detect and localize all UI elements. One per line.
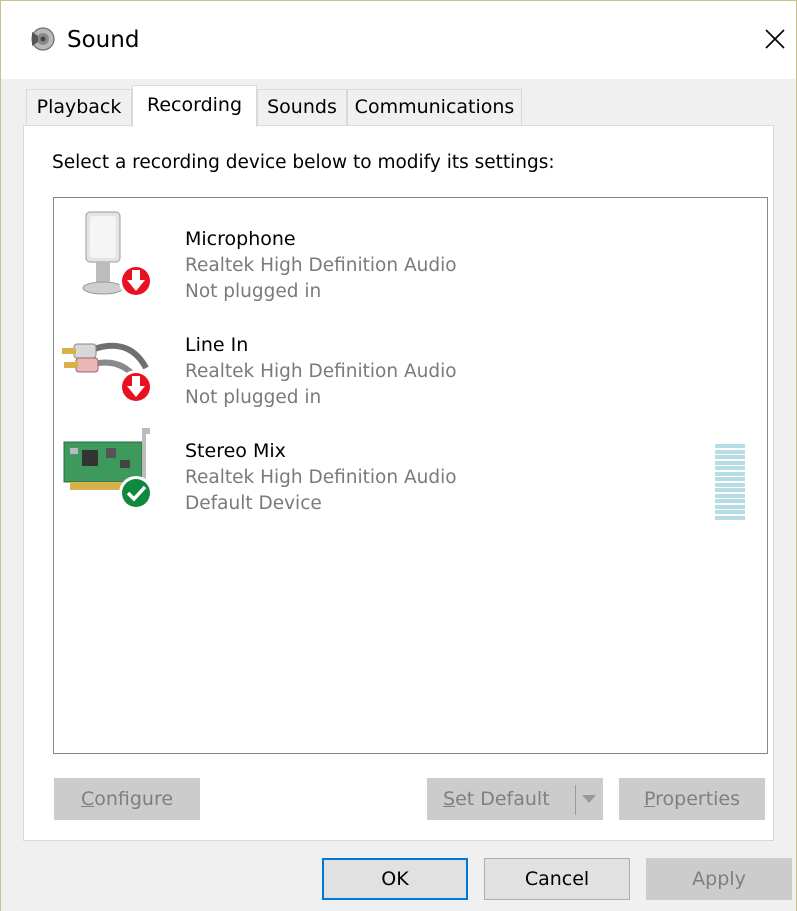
sound-card-icon bbox=[63, 428, 153, 510]
configure-button[interactable]: Configure bbox=[54, 778, 200, 820]
device-name: Line In bbox=[185, 334, 249, 356]
split-separator bbox=[575, 785, 576, 815]
ok-label: OK bbox=[381, 868, 409, 890]
apply-label: pply bbox=[705, 868, 746, 890]
device-driver: Realtek High Definition Audio bbox=[185, 255, 457, 276]
microphone-icon bbox=[82, 211, 153, 298]
device-status: Not plugged in bbox=[185, 387, 322, 408]
tab-label: Playback bbox=[36, 96, 122, 118]
checkmark-icon bbox=[122, 479, 150, 507]
list-item[interactable]: Line In Realtek High Definition Audio No… bbox=[54, 314, 767, 418]
recording-device-list[interactable]: Microphone Realtek High Definition Audio… bbox=[53, 197, 768, 754]
recording-tab-panel: Select a recording device below to modif… bbox=[23, 125, 774, 841]
tab-playback[interactable]: Playback bbox=[26, 89, 132, 125]
tab-sounds[interactable]: Sounds bbox=[257, 89, 347, 125]
sound-dialog: Sound Playback Recording Sounds Communic… bbox=[0, 0, 797, 911]
level-meter bbox=[715, 444, 745, 521]
close-icon[interactable] bbox=[757, 21, 793, 57]
window-title: Sound bbox=[67, 27, 140, 53]
configure-mnemonic: C bbox=[80, 788, 95, 810]
configure-label: onfigure bbox=[94, 788, 174, 810]
title-bar[interactable]: Sound bbox=[1, 1, 796, 79]
ok-button[interactable]: OK bbox=[322, 858, 468, 900]
cancel-button[interactable]: Cancel bbox=[484, 858, 630, 900]
tab-communications[interactable]: Communications bbox=[347, 89, 522, 125]
cancel-label: Cancel bbox=[524, 868, 590, 890]
rca-cable-icon bbox=[62, 342, 153, 404]
device-driver: Realtek High Definition Audio bbox=[185, 467, 457, 488]
device-name: Microphone bbox=[185, 228, 296, 250]
chevron-down-icon[interactable] bbox=[581, 793, 597, 805]
list-item[interactable]: Stereo Mix Realtek High Definition Audio… bbox=[54, 420, 767, 524]
device-status: Default Device bbox=[185, 493, 322, 514]
properties-label: roperties bbox=[655, 788, 741, 810]
tab-recording[interactable]: Recording bbox=[132, 85, 257, 127]
tab-label: Recording bbox=[146, 94, 243, 116]
set-default-button[interactable]: Set Default bbox=[427, 778, 603, 820]
device-driver: Realtek High Definition Audio bbox=[185, 361, 457, 382]
set-default-mnemonic: S bbox=[443, 788, 456, 810]
list-item[interactable]: Microphone Realtek High Definition Audio… bbox=[54, 208, 767, 312]
properties-mnemonic: P bbox=[643, 788, 656, 810]
device-name: Stereo Mix bbox=[185, 440, 286, 462]
speaker-icon bbox=[31, 27, 55, 51]
tab-label: Communications bbox=[354, 96, 515, 118]
tab-label: Sounds bbox=[267, 96, 337, 118]
device-status: Not plugged in bbox=[185, 281, 322, 302]
instructions-text: Select a recording device below to modif… bbox=[52, 152, 555, 173]
properties-button[interactable]: Properties bbox=[619, 778, 765, 820]
set-default-label: et Default bbox=[455, 788, 550, 810]
apply-button[interactable]: Apply bbox=[646, 858, 792, 900]
apply-mnemonic: A bbox=[692, 868, 706, 890]
